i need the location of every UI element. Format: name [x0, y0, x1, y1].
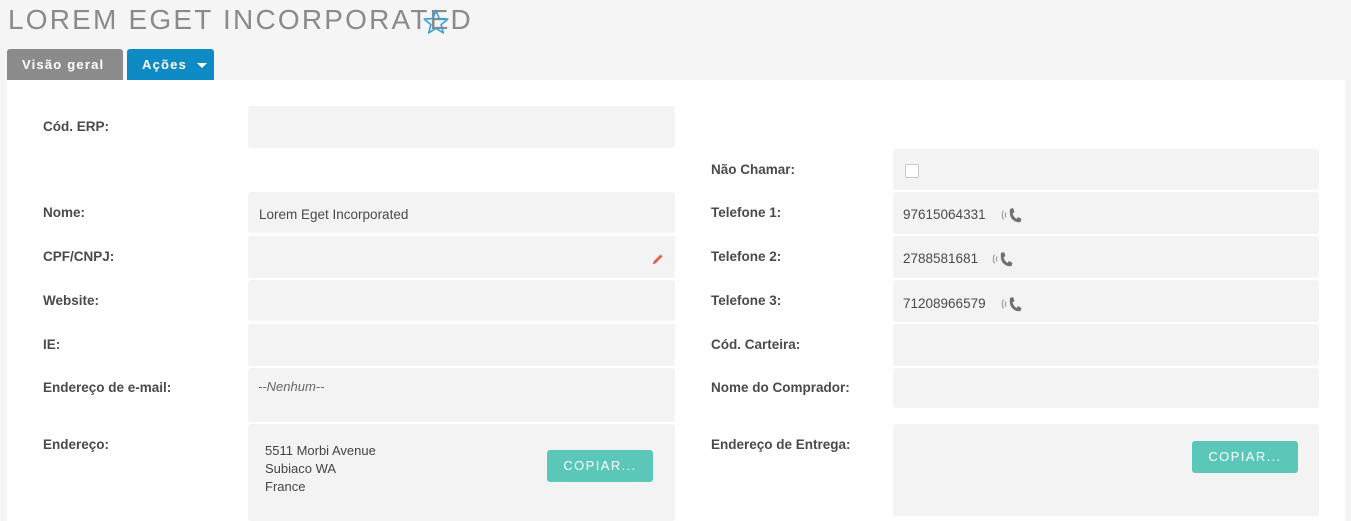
copy-address-button[interactable]: COPIAR... — [547, 450, 653, 482]
name-value: Lorem Eget Incorporated — [259, 207, 409, 222]
do-not-call-label: Não Chamar: — [711, 162, 796, 177]
phone-icon[interactable] — [991, 250, 1015, 268]
tab-overview[interactable]: Visão geral — [7, 49, 123, 80]
tab-actions-label: Ações — [142, 57, 188, 72]
caret-down-icon — [197, 63, 207, 68]
tab-actions[interactable]: Ações — [127, 49, 214, 80]
email-label: Endereço de e-mail: — [43, 380, 172, 395]
website-field[interactable] — [248, 280, 675, 321]
buyer-name-field[interactable] — [893, 368, 1319, 408]
erp-code-field[interactable] — [248, 106, 675, 148]
phone3-label: Telefone 3: — [711, 293, 782, 308]
address-line-1: 5511 Morbi Avenue — [265, 443, 376, 458]
phone2-value: 2788581681 — [903, 251, 979, 266]
phone3-value: 71208966579 — [903, 296, 986, 311]
name-label: Nome: — [43, 205, 86, 220]
shipping-address-label: Endereço de Entrega: — [711, 437, 851, 452]
phone1-label: Telefone 1: — [711, 205, 782, 220]
address-line-2: Subiaco WA — [265, 461, 337, 476]
wallet-code-field[interactable] — [893, 324, 1319, 366]
pencil-icon[interactable] — [651, 252, 665, 266]
wallet-code-label: Cód. Carteira: — [711, 337, 801, 352]
address-line-3: France — [265, 479, 306, 494]
phone1-value: 97615064331 — [903, 207, 986, 222]
cpf-cnpj-label: CPF/CNPJ: — [43, 249, 115, 264]
page-title: LOREM EGET INCORPORATED — [8, 4, 473, 35]
do-not-call-checkbox[interactable] — [905, 164, 919, 178]
email-field[interactable] — [248, 368, 675, 422]
buyer-name-label: Nome do Comprador: — [711, 380, 850, 395]
copy-shipping-address-button[interactable]: COPIAR... — [1192, 441, 1298, 473]
address-label: Endereço: — [43, 437, 110, 452]
ie-label: IE: — [43, 337, 61, 352]
cpf-cnpj-field[interactable] — [248, 236, 675, 278]
phone2-label: Telefone 2: — [711, 249, 782, 264]
phone-icon[interactable] — [1000, 295, 1024, 313]
star-icon[interactable] — [422, 8, 450, 36]
email-value: --Nenhum-- — [258, 379, 325, 394]
erp-code-label: Cód. ERP: — [43, 119, 109, 134]
do-not-call-field — [893, 149, 1319, 190]
phone-icon[interactable] — [1000, 206, 1024, 224]
ie-field[interactable] — [248, 324, 675, 366]
website-label: Website: — [43, 293, 100, 308]
